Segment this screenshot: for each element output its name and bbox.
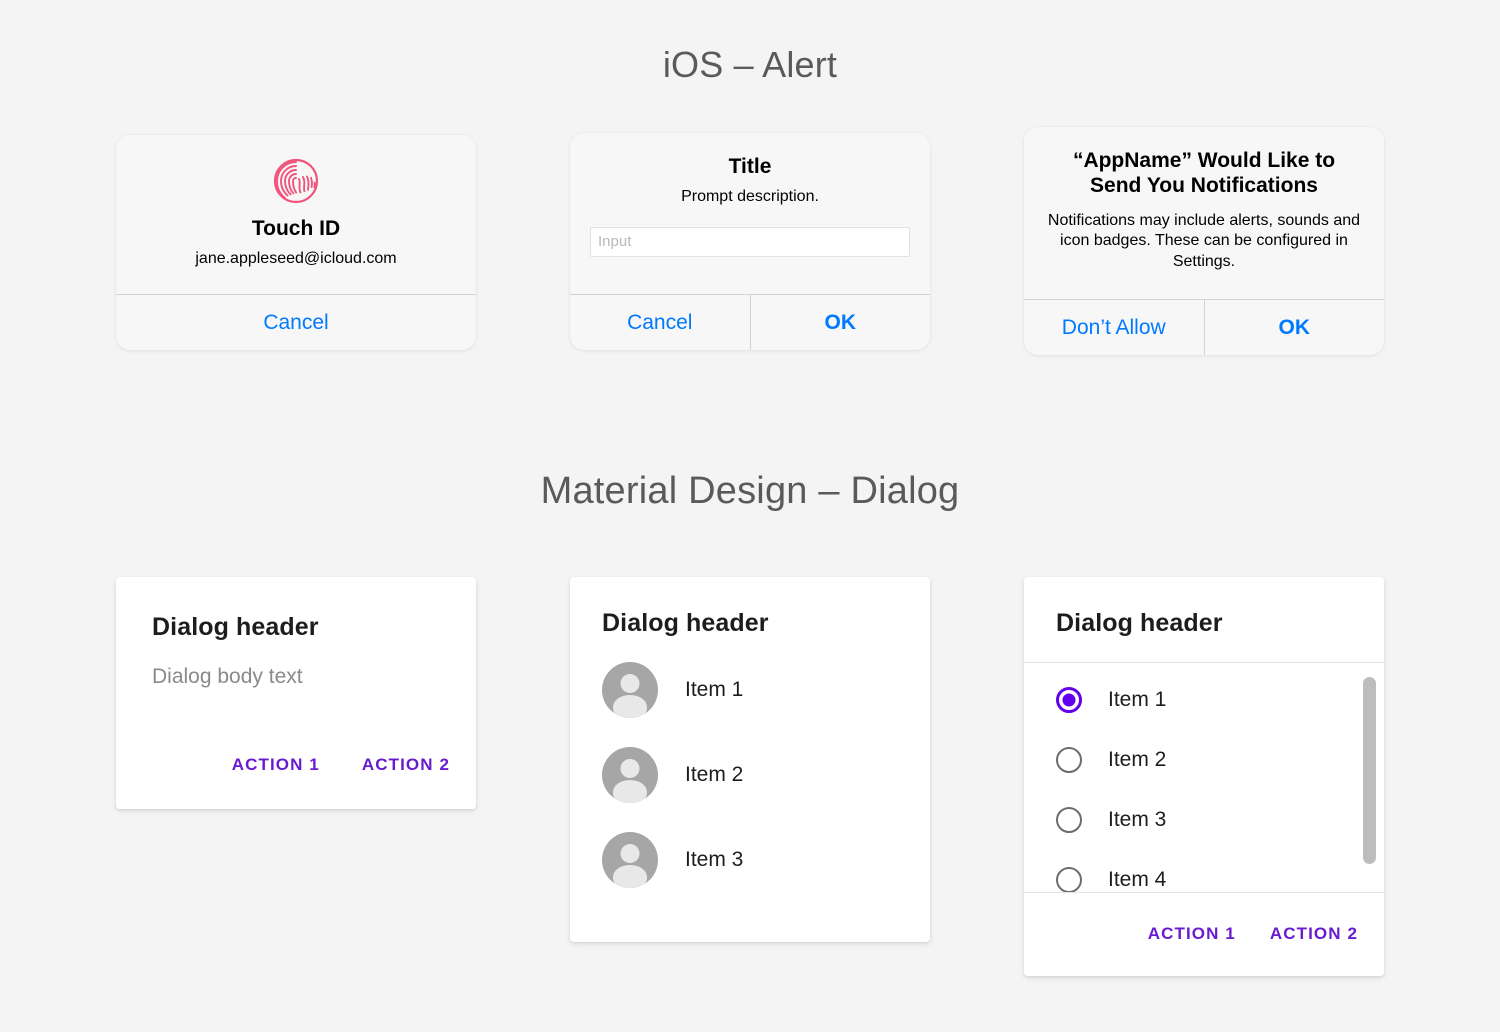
material-radio-scroll-region[interactable]: Item 1 Item 2 Item 3 Item 4 xyxy=(1024,662,1384,893)
ios-prompt-actions: Cancel OK xyxy=(570,295,930,350)
ios-alert-body: Touch ID jane.appleseed@icloud.com xyxy=(116,135,476,294)
ios-notifications-description: Notifications may include alerts, sounds… xyxy=(1047,211,1361,271)
list-item-label: Item 3 xyxy=(685,848,744,871)
ios-prompt-title: Title xyxy=(728,155,772,178)
ios-prompt-cancel-button[interactable]: Cancel xyxy=(570,295,750,350)
avatar-head xyxy=(620,759,640,778)
radio-option-label: Item 3 xyxy=(1108,808,1167,831)
material-radio-actions: ACTION 1 ACTION 2 xyxy=(1024,918,1384,976)
material-dialog-basic: Dialog header Dialog body text ACTION 1 … xyxy=(116,577,476,809)
ios-cancel-button[interactable]: Cancel xyxy=(116,295,476,350)
radio-option-item-4[interactable]: Item 4 xyxy=(1056,867,1352,892)
ios-alert-touch-id: Touch ID jane.appleseed@icloud.com Cance… xyxy=(116,135,476,350)
radio-button-icon[interactable] xyxy=(1056,747,1082,773)
ios-notifications-ok-button[interactable]: OK xyxy=(1205,300,1385,355)
material-basic-action-2[interactable]: ACTION 2 xyxy=(358,749,454,781)
avatar-body xyxy=(613,695,647,718)
ios-notifications-body: “AppName” Would Like to Send You Notific… xyxy=(1024,127,1384,299)
material-dialog-radio: Dialog header Item 1 Item 2 Item 3 Item … xyxy=(1024,577,1384,976)
radio-button-selected-icon[interactable] xyxy=(1056,687,1082,713)
material-list: Item 1 Item 2 Item 3 xyxy=(570,638,930,888)
material-list-header: Dialog header xyxy=(602,609,769,637)
avatar-icon xyxy=(602,747,658,803)
ios-prompt-input[interactable] xyxy=(590,226,910,257)
material-radio-header-area: Dialog header xyxy=(1024,577,1384,662)
material-radio-group: Item 1 Item 2 Item 3 Item 4 xyxy=(1024,663,1384,892)
radio-option-item-2[interactable]: Item 2 xyxy=(1056,747,1352,773)
material-radio-action-2[interactable]: ACTION 2 xyxy=(1266,918,1362,950)
fingerprint-icon xyxy=(273,158,319,204)
ios-prompt-ok-button[interactable]: OK xyxy=(751,295,931,350)
radio-option-item-1[interactable]: Item 1 xyxy=(1056,687,1352,713)
avatar-body xyxy=(613,780,647,803)
ios-notifications-title: “AppName” Would Like to Send You Notific… xyxy=(1072,149,1336,197)
list-item[interactable]: Item 3 xyxy=(602,832,898,888)
avatar-body xyxy=(613,865,647,888)
ios-alert-notifications: “AppName” Would Like to Send You Notific… xyxy=(1024,127,1384,355)
radio-option-label: Item 1 xyxy=(1108,688,1167,711)
avatar-icon xyxy=(602,832,658,888)
ios-notifications-actions: Don’t Allow OK xyxy=(1024,300,1384,355)
material-basic-action-1[interactable]: ACTION 1 xyxy=(228,749,324,781)
ios-alert-title: Touch ID xyxy=(251,217,341,240)
ios-prompt-description: Prompt description. xyxy=(681,187,819,205)
material-basic-actions: ACTION 1 ACTION 2 xyxy=(116,749,476,809)
material-basic-header: Dialog header xyxy=(152,613,319,641)
fingerprint-icon-wrap xyxy=(132,157,460,205)
ios-alert-actions: Cancel xyxy=(116,295,476,350)
material-basic-body: Dialog body text xyxy=(152,665,303,688)
scrollbar-thumb[interactable] xyxy=(1363,677,1376,864)
ios-alert-subtitle: jane.appleseed@icloud.com xyxy=(195,249,397,267)
list-item[interactable]: Item 1 xyxy=(602,662,898,718)
material-radio-action-1[interactable]: ACTION 1 xyxy=(1144,918,1240,950)
ios-section-title: iOS – Alert xyxy=(662,44,838,85)
ios-prompt-body: Title Prompt description. xyxy=(570,133,930,294)
material-basic-content: Dialog header Dialog body text xyxy=(116,577,476,689)
avatar-head xyxy=(620,844,640,863)
list-item-label: Item 1 xyxy=(685,678,744,701)
ios-alert-prompt: Title Prompt description. Cancel OK xyxy=(570,133,930,350)
radio-button-icon[interactable] xyxy=(1056,867,1082,892)
list-item-label: Item 2 xyxy=(685,763,744,786)
material-radio-header: Dialog header xyxy=(1056,609,1223,637)
radio-option-label: Item 4 xyxy=(1108,868,1167,891)
material-dialog-list: Dialog header Item 1 Item 2 Item 3 xyxy=(570,577,930,942)
ios-dont-allow-button[interactable]: Don’t Allow xyxy=(1024,300,1204,355)
radio-option-label: Item 2 xyxy=(1108,748,1167,771)
avatar-head xyxy=(620,674,640,693)
radio-option-item-3[interactable]: Item 3 xyxy=(1056,807,1352,833)
material-section-title: Material Design – Dialog xyxy=(540,470,960,512)
material-list-content: Dialog header xyxy=(570,577,930,638)
avatar-icon xyxy=(602,662,658,718)
radio-button-icon[interactable] xyxy=(1056,807,1082,833)
list-item[interactable]: Item 2 xyxy=(602,747,898,803)
scrollbar-track[interactable] xyxy=(1363,663,1376,892)
